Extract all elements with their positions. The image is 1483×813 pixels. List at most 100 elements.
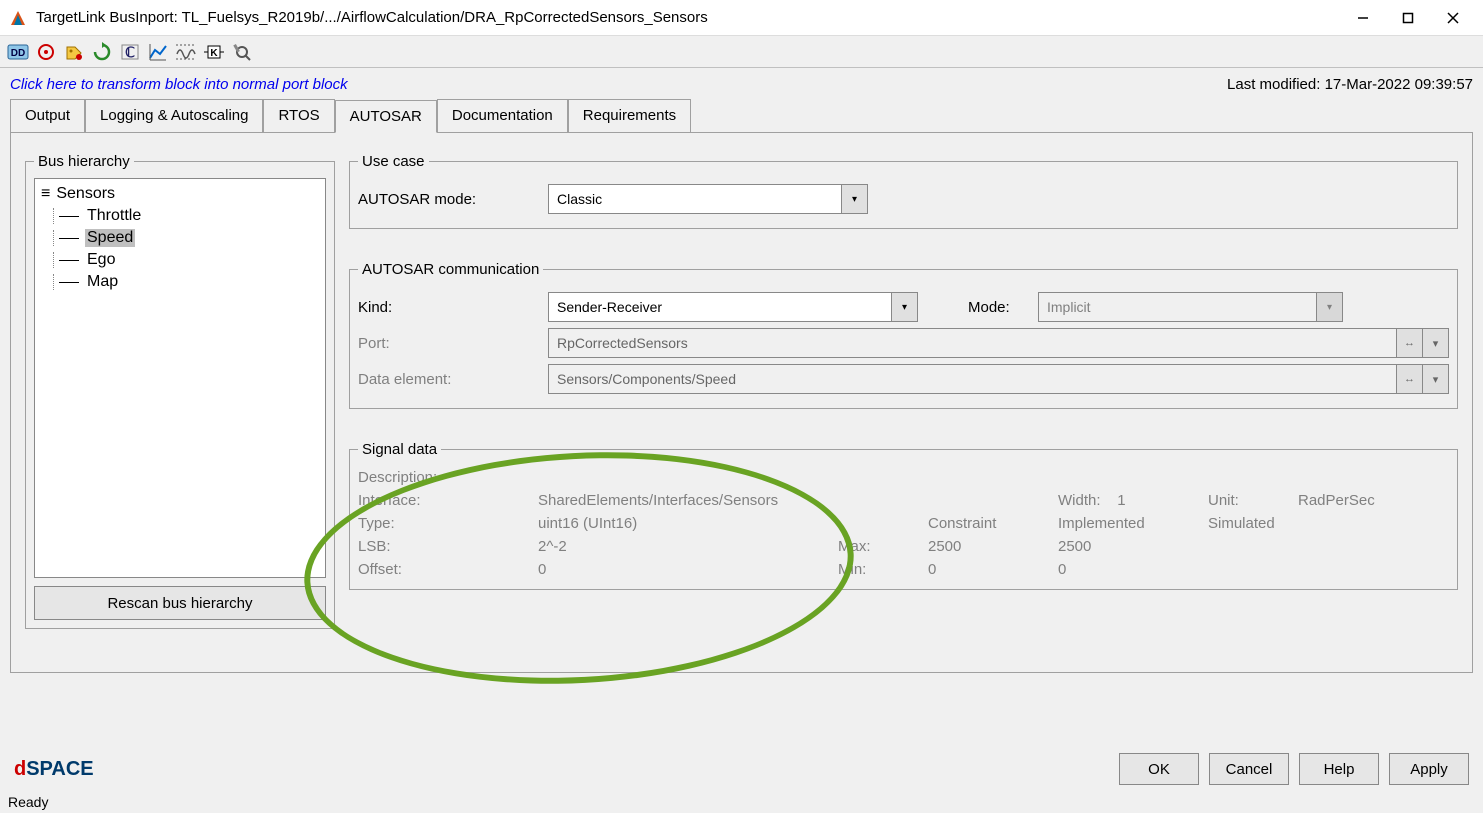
dialog-footer: dSPACE OK Cancel Help Apply	[0, 747, 1483, 791]
app-icon	[8, 8, 28, 28]
max-constraint: 2500	[928, 538, 1058, 555]
transform-link[interactable]: Click here to transform block into norma…	[10, 76, 348, 93]
kind-select[interactable]: Sender-Receiver ▾	[548, 292, 918, 322]
dropdown-button[interactable]: ▾	[1422, 365, 1448, 393]
tree-item[interactable]: Throttle	[59, 205, 319, 227]
tab-autosar[interactable]: AUTOSAR	[335, 100, 437, 133]
tools-icon[interactable]	[230, 40, 254, 64]
type-label: Type:	[358, 515, 538, 532]
tree-item[interactable]: Map	[59, 271, 319, 293]
dspace-logo: dSPACE	[14, 758, 94, 781]
port-label: Port:	[358, 335, 548, 352]
ellipsis-button[interactable]: ↔	[1396, 365, 1422, 393]
tree-root-label: Sensors	[56, 185, 115, 203]
close-button[interactable]	[1430, 3, 1475, 33]
width-label: Width:	[1058, 492, 1101, 509]
wave-icon[interactable]	[174, 40, 198, 64]
code-icon[interactable]: ℂ	[118, 40, 142, 64]
simulated-header: Simulated	[1208, 515, 1298, 532]
lsb-value: 2^-2	[538, 538, 838, 555]
use-case-group: Use case AUTOSAR mode: Classic ▾	[349, 153, 1458, 229]
tab-strip: Output Logging & Autoscaling RTOS AUTOSA…	[10, 99, 1473, 133]
kind-label: Kind:	[358, 299, 548, 316]
tab-rtos[interactable]: RTOS	[263, 99, 334, 132]
communication-legend: AUTOSAR communication	[358, 261, 543, 278]
description-label: Description:	[358, 469, 538, 486]
k-box-icon[interactable]: K	[202, 40, 226, 64]
toolbar: DD ℂ K	[0, 36, 1483, 68]
tree-root[interactable]: Sensors	[41, 183, 319, 205]
tab-documentation[interactable]: Documentation	[437, 99, 568, 132]
dropdown-button[interactable]: ▾	[1422, 329, 1448, 357]
svg-text:DD: DD	[11, 48, 25, 59]
maximize-button[interactable]	[1385, 3, 1430, 33]
port-field: RpCorrectedSensors ↔ ▾	[548, 328, 1449, 358]
comm-mode-select: Implicit ▾	[1038, 292, 1343, 322]
tab-output[interactable]: Output	[10, 99, 85, 132]
bus-hierarchy-legend: Bus hierarchy	[34, 153, 134, 170]
interface-label: Interface:	[358, 492, 538, 509]
status-text: Ready	[8, 794, 48, 810]
ellipsis-button[interactable]: ↔	[1396, 329, 1422, 357]
chevron-down-icon: ▾	[841, 185, 867, 213]
window-title: TargetLink BusInport: TL_Fuelsys_R2019b/…	[36, 9, 1340, 26]
status-bar: Ready	[0, 791, 1483, 813]
signal-data-legend: Signal data	[358, 441, 441, 458]
tree-item[interactable]: Ego	[59, 249, 319, 271]
refresh-icon[interactable]	[90, 40, 114, 64]
data-element-label: Data element:	[358, 371, 548, 388]
chevron-down-icon: ▾	[891, 293, 917, 321]
description-value	[538, 469, 838, 486]
tree-item-label: Speed	[85, 229, 135, 247]
bus-hierarchy-group: Bus hierarchy Sensors Throttle Speed Ego…	[25, 153, 335, 629]
comm-mode-value: Implicit	[1047, 299, 1091, 315]
signal-data-group: Signal data Description: Interface: Shar…	[349, 441, 1458, 590]
comm-mode-label: Mode:	[968, 299, 1038, 316]
target-icon[interactable]	[34, 40, 58, 64]
unit-value: RadPerSec	[1298, 492, 1408, 509]
width-value: 1	[1117, 492, 1125, 509]
svg-text:K: K	[210, 48, 218, 59]
autosar-mode-select[interactable]: Classic ▾	[548, 184, 868, 214]
dd-icon[interactable]: DD	[6, 40, 30, 64]
max-label: Max:	[838, 538, 928, 555]
data-element-value: Sensors/Components/Speed	[557, 371, 736, 387]
tab-requirements[interactable]: Requirements	[568, 99, 691, 132]
communication-group: AUTOSAR communication Kind: Sender-Recei…	[349, 261, 1458, 409]
offset-value: 0	[538, 561, 838, 578]
tree-item-label: Ego	[85, 251, 117, 269]
tree-item-label: Map	[85, 273, 120, 291]
titlebar: TargetLink BusInport: TL_Fuelsys_R2019b/…	[0, 0, 1483, 36]
type-value: uint16 (UInt16)	[538, 515, 838, 532]
help-button[interactable]: Help	[1299, 753, 1379, 785]
tab-content-autosar: Bus hierarchy Sensors Throttle Speed Ego…	[10, 133, 1473, 673]
bus-tree[interactable]: Sensors Throttle Speed Ego Map	[34, 178, 326, 578]
last-modified: Last modified: 17-Mar-2022 09:39:57	[1227, 76, 1473, 93]
lsb-label: LSB:	[358, 538, 538, 555]
minimize-button[interactable]	[1340, 3, 1385, 33]
min-implemented: 0	[1058, 561, 1208, 578]
interface-value: SharedElements/Interfaces/Sensors	[538, 492, 838, 509]
max-implemented: 2500	[1058, 538, 1208, 555]
apply-button[interactable]: Apply	[1389, 753, 1469, 785]
kind-value: Sender-Receiver	[557, 299, 662, 315]
tag-icon[interactable]	[62, 40, 86, 64]
autosar-mode-label: AUTOSAR mode:	[358, 191, 548, 208]
chevron-down-icon: ▾	[1316, 293, 1342, 321]
offset-label: Offset:	[358, 561, 538, 578]
rescan-button[interactable]: Rescan bus hierarchy	[34, 586, 326, 620]
ok-button[interactable]: OK	[1119, 753, 1199, 785]
min-label: Min:	[838, 561, 928, 578]
use-case-legend: Use case	[358, 153, 429, 170]
svg-text:ℂ: ℂ	[125, 44, 135, 60]
tree-item[interactable]: Speed	[59, 227, 319, 249]
min-constraint: 0	[928, 561, 1058, 578]
tab-logging[interactable]: Logging & Autoscaling	[85, 99, 263, 132]
chart-icon[interactable]	[146, 40, 170, 64]
cancel-button[interactable]: Cancel	[1209, 753, 1289, 785]
tree-item-label: Throttle	[85, 207, 143, 225]
port-value: RpCorrectedSensors	[557, 335, 688, 351]
implemented-header: Implemented	[1058, 515, 1208, 532]
unit-label: Unit:	[1208, 492, 1298, 509]
autosar-mode-value: Classic	[557, 191, 602, 207]
